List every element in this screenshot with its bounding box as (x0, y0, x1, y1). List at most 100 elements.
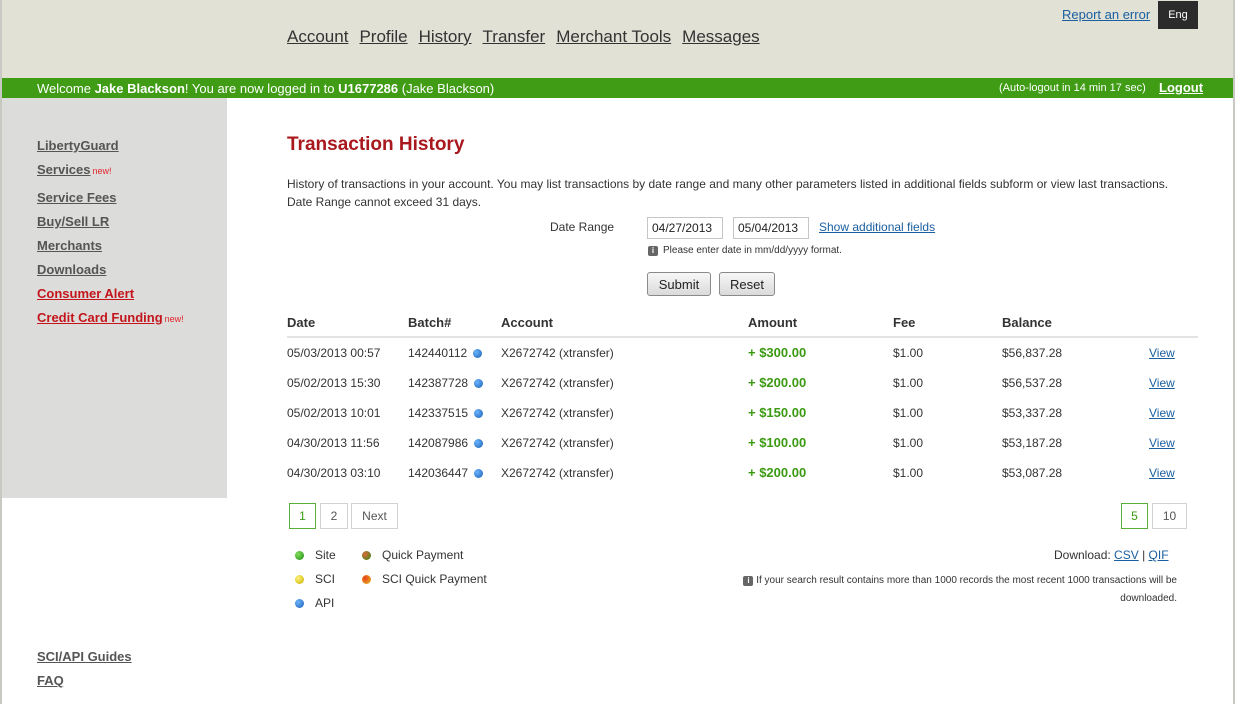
next-page-button[interactable]: Next (351, 503, 398, 529)
sidebar-item-label: Merchants (37, 238, 103, 253)
cell-batch: 142440112 (408, 346, 483, 360)
main-nav: Account Profile History Transfer Merchan… (287, 27, 760, 47)
cell-fee: $1.00 (893, 436, 924, 450)
legend-label: API (315, 596, 335, 610)
page-1-button[interactable]: 1 (289, 503, 316, 529)
cell-balance: $53,337.28 (1002, 406, 1063, 420)
cell-batch: 142387728 (408, 376, 484, 390)
info-icon: i (648, 245, 658, 256)
logout-link[interactable]: Logout (1159, 80, 1203, 95)
page-2-button[interactable]: 2 (320, 503, 348, 529)
cell-batch: 142087986 (408, 436, 484, 450)
sidebar-item-buy-sell-lr[interactable]: Buy/Sell LR (37, 214, 109, 229)
table-row: 04/30/2013 03:10 142036447 X2672742 (xtr… (287, 458, 1198, 488)
reset-button[interactable]: Reset (719, 272, 775, 296)
show-additional-fields-link[interactable]: Show additional fields (819, 220, 935, 234)
nav-transfer[interactable]: Transfer (483, 27, 546, 47)
download-note-text: If your search result contains more than… (756, 575, 1177, 604)
new-badge: new! (92, 166, 112, 176)
view-link[interactable]: View (1149, 346, 1175, 360)
faq-link[interactable]: FAQ (37, 673, 64, 688)
cell-amount: + $200.00 (748, 375, 807, 390)
sci-api-guides-link[interactable]: SCI/API Guides (37, 649, 132, 664)
cell-date: 04/30/2013 11:56 (287, 436, 380, 450)
page-title: Transaction History (287, 134, 465, 155)
api-status-icon (474, 379, 484, 388)
nav-history[interactable]: History (419, 27, 472, 47)
cell-amount: + $100.00 (748, 435, 807, 450)
report-error-link[interactable]: Report an error (1062, 7, 1150, 22)
cell-date: 04/30/2013 03:10 (287, 466, 381, 480)
quick-payment-dot-icon (362, 550, 371, 560)
cell-amount: + $150.00 (748, 405, 807, 420)
sidebar-item-services[interactable]: Services new! (37, 162, 112, 177)
sidebar-item-label: Consumer Alert (37, 286, 135, 301)
legend-label: Site (315, 548, 336, 562)
col-amount: Amount (748, 315, 798, 330)
per-page-5-button[interactable]: 5 (1121, 503, 1148, 529)
table-row: 04/30/2013 11:56 142087986 X2672742 (xtr… (287, 428, 1198, 458)
view-link[interactable]: View (1149, 436, 1175, 450)
date-format-hint: i Please enter date in mm/dd/yyyy format… (648, 245, 842, 256)
cell-account: X2672742 (xtransfer) (501, 406, 614, 420)
api-status-icon (474, 409, 484, 418)
welcome-suffix: (Jake Blackson) (398, 81, 495, 96)
col-balance: Balance (1002, 315, 1052, 330)
nav-profile[interactable]: Profile (359, 27, 407, 47)
cell-balance: $53,187.28 (1002, 436, 1063, 450)
sidebar-item-label: Downloads (37, 262, 107, 277)
legend-label: Quick Payment (382, 548, 464, 562)
site-dot-icon (295, 550, 304, 560)
auto-logout-timer: (Auto-logout in 14 min 17 sec) (999, 82, 1146, 94)
per-page-10-button[interactable]: 10 (1152, 503, 1187, 529)
date-to-input[interactable] (733, 217, 809, 239)
cell-fee: $1.00 (893, 376, 924, 390)
sidebar-item-label: LibertyGuard (37, 138, 119, 153)
sidebar-item-credit-card-funding[interactable]: Credit Card Funding new! (37, 310, 184, 325)
col-date: Date (287, 315, 316, 330)
sidebar-item-libertyguard[interactable]: LibertyGuard (37, 138, 119, 153)
api-dot-icon (295, 598, 304, 608)
sidebar-item-downloads[interactable]: Downloads (37, 262, 106, 277)
cell-account: X2672742 (xtransfer) (501, 376, 614, 390)
api-status-icon (473, 349, 483, 358)
view-link[interactable]: View (1149, 376, 1175, 390)
legend-sci: SCI (295, 572, 335, 586)
view-link[interactable]: View (1149, 406, 1175, 420)
legend-site: Site (295, 548, 336, 562)
cell-amount: + $200.00 (748, 465, 807, 480)
csv-download-link[interactable]: CSV (1114, 548, 1139, 562)
submit-button[interactable]: Submit (647, 272, 711, 296)
download-note: i If your search result contains more th… (698, 572, 1177, 608)
welcome-prefix: Welcome (37, 81, 95, 96)
download-separator: | (1138, 548, 1149, 562)
sidebar-item-merchants[interactable]: Merchants (37, 238, 102, 253)
nav-messages[interactable]: Messages (682, 27, 759, 47)
view-link[interactable]: View (1149, 466, 1175, 480)
welcome-account-id: U1677286 (338, 81, 399, 96)
table-row: 05/02/2013 10:01 142337515 X2672742 (xtr… (287, 398, 1198, 428)
cell-batch: 142337515 (408, 406, 484, 420)
language-button[interactable]: Eng (1158, 1, 1198, 29)
sidebar-item-label: Buy/Sell LR (37, 214, 110, 229)
batch-number: 142440112 (408, 346, 468, 360)
sidebar-item-consumer-alert[interactable]: Consumer Alert (37, 286, 134, 301)
batch-number: 142087986 (408, 436, 469, 450)
batch-number: 142387728 (408, 376, 469, 390)
sidebar-item-service-fees[interactable]: Service Fees (37, 190, 117, 205)
date-range-label: Date Range (550, 220, 615, 234)
top-header: Account Profile History Transfer Merchan… (2, 0, 1233, 78)
qif-download-link[interactable]: QIF (1149, 548, 1169, 562)
date-from-input[interactable] (647, 217, 723, 239)
table-header: Date Batch# Account Amount Fee Balance (287, 310, 1198, 338)
cell-fee: $1.00 (893, 346, 924, 360)
nav-account[interactable]: Account (287, 27, 348, 47)
cell-date: 05/03/2013 00:57 (287, 346, 381, 360)
nav-merchant-tools[interactable]: Merchant Tools (556, 27, 671, 47)
sci-dot-icon (295, 574, 304, 584)
cell-account: X2672742 (xtransfer) (501, 436, 614, 450)
download-links: Download: CSV | QIF (1054, 548, 1169, 562)
welcome-middle: ! You are now logged in to (184, 81, 339, 96)
cell-account: X2672742 (xtransfer) (501, 466, 614, 480)
api-status-icon (474, 469, 484, 478)
